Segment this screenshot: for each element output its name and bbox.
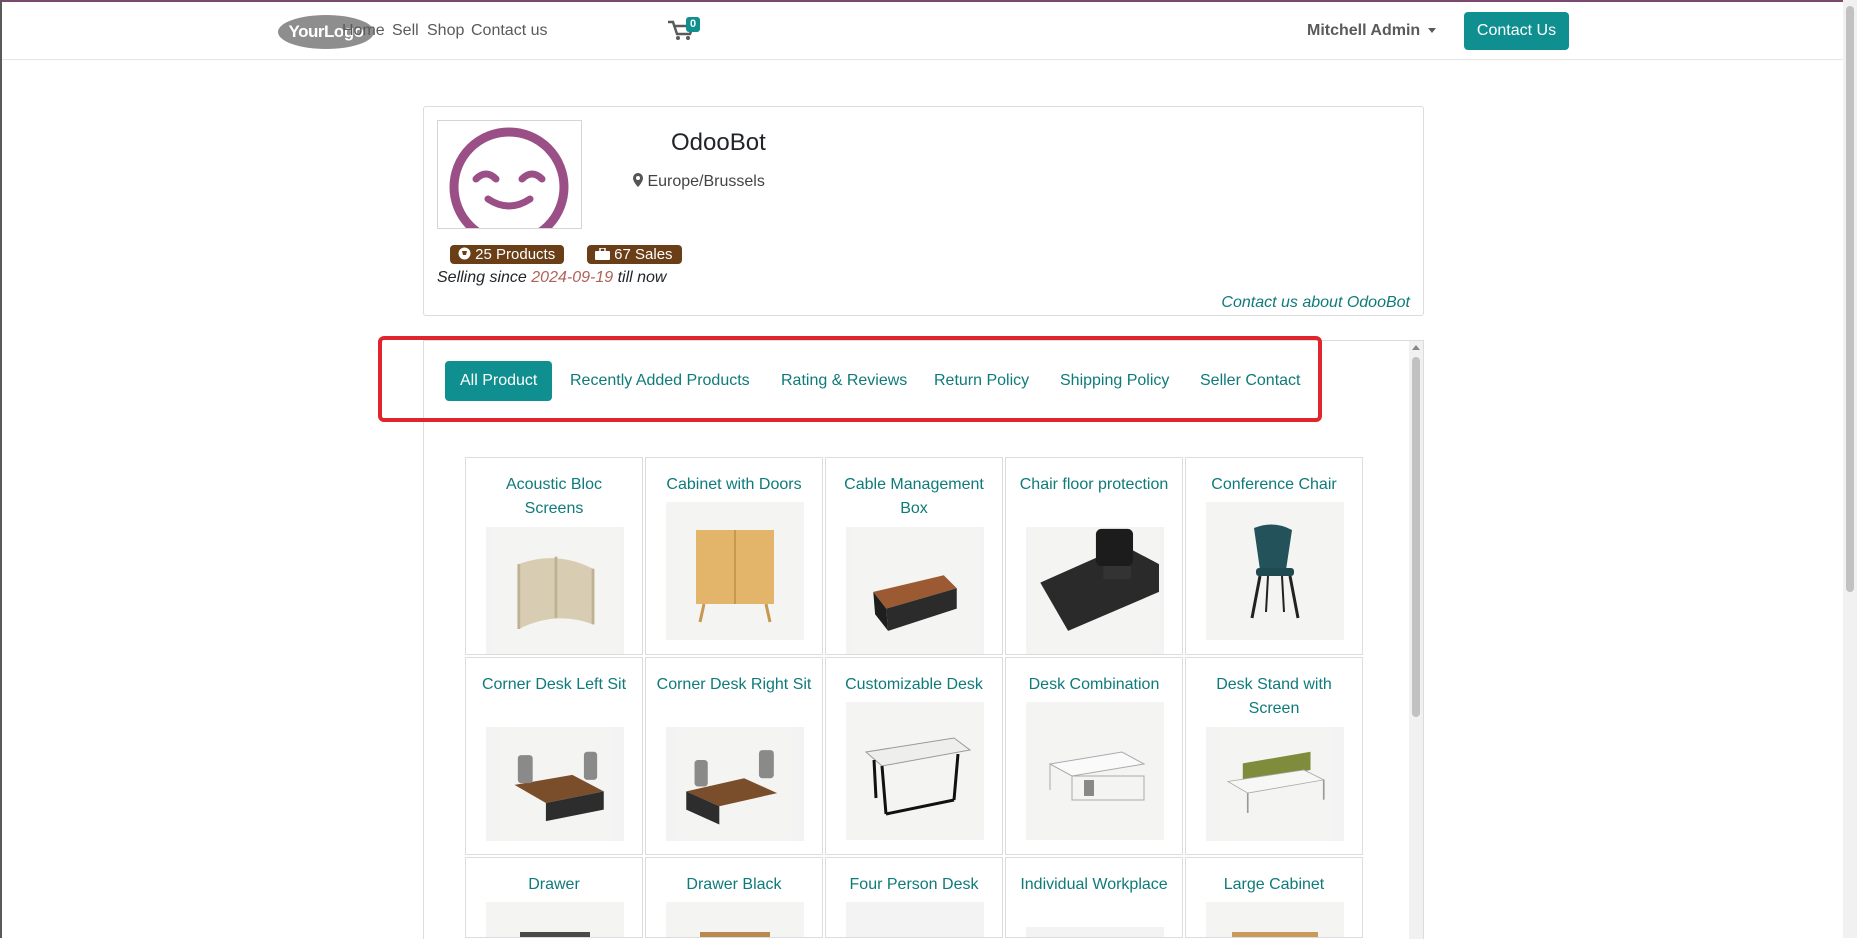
- product-title[interactable]: Cabinet with Doors: [646, 473, 822, 497]
- user-name: Mitchell Admin: [1307, 22, 1421, 39]
- product-title[interactable]: Individual Workplace: [1006, 873, 1182, 897]
- product-title[interactable]: Chair floor protection: [1006, 473, 1182, 497]
- nav-sell[interactable]: Sell: [392, 22, 419, 40]
- product-image[interactable]: [1206, 902, 1344, 938]
- product-title[interactable]: Large Cabinet: [1186, 873, 1362, 897]
- nav-contact-us[interactable]: Contact us: [471, 22, 547, 40]
- product-card[interactable]: Chair floor protection: [1005, 457, 1183, 655]
- since-date: 2024-09-19: [531, 269, 614, 286]
- cart-count-badge[interactable]: 0: [686, 17, 701, 32]
- products-badge: 25 Products: [450, 245, 565, 264]
- user-menu[interactable]: Mitchell Admin: [1307, 22, 1437, 40]
- nav-shop[interactable]: Shop: [427, 22, 464, 40]
- product-image[interactable]: [486, 902, 624, 938]
- sales-count: 67 Sales: [614, 246, 673, 263]
- scroll-up-arrow-icon[interactable]: [1412, 345, 1420, 350]
- tab-seller-contact[interactable]: Seller Contact: [1200, 361, 1301, 401]
- product-image[interactable]: [666, 902, 804, 938]
- product-title[interactable]: Four Person Desk: [826, 873, 1002, 897]
- product-image[interactable]: [666, 502, 804, 640]
- product-card[interactable]: Corner Desk Right Sit: [645, 657, 823, 855]
- tab-recently-added-products[interactable]: Recently Added Products: [570, 361, 750, 401]
- location-text: Europe/Brussels: [647, 173, 765, 190]
- seller-name: OdooBot: [671, 129, 766, 156]
- panel-scrollbar-thumb[interactable]: [1412, 357, 1420, 717]
- left-border-line: [0, 0, 2, 938]
- page-scrollbar[interactable]: [1843, 0, 1857, 938]
- contact-seller-link[interactable]: Contact us about OdooBot: [1221, 294, 1410, 312]
- product-image[interactable]: [846, 902, 984, 937]
- sales-badge: 67 Sales: [587, 245, 682, 264]
- page-scrollbar-thumb[interactable]: [1846, 6, 1854, 592]
- product-icon: [458, 247, 471, 260]
- nav-home[interactable]: Home: [342, 22, 385, 40]
- product-image[interactable]: [1026, 527, 1164, 655]
- tab-rating-reviews[interactable]: Rating & Reviews: [781, 361, 907, 401]
- product-card[interactable]: Desk Combination: [1005, 657, 1183, 855]
- product-title[interactable]: Desk Stand with Screen: [1186, 673, 1362, 721]
- product-title[interactable]: Drawer: [466, 873, 642, 897]
- product-title[interactable]: Corner Desk Left Sit: [466, 673, 642, 697]
- product-card[interactable]: Customizable Desk: [825, 657, 1003, 855]
- seller-location: Europe/Brussels: [633, 173, 765, 191]
- briefcase-icon: [595, 247, 610, 260]
- since-suffix: till now: [617, 269, 667, 286]
- product-title[interactable]: Drawer Black: [646, 873, 822, 897]
- product-image[interactable]: [846, 702, 984, 840]
- product-card[interactable]: Large Cabinet: [1185, 857, 1363, 938]
- products-count: 25 Products: [475, 246, 556, 263]
- product-image[interactable]: [1026, 927, 1164, 937]
- product-card[interactable]: Cable Management Box: [825, 457, 1003, 655]
- map-marker-icon: [633, 173, 643, 187]
- since-prefix: Selling since: [437, 269, 527, 286]
- panel-scrollbar[interactable]: [1409, 341, 1423, 939]
- product-title[interactable]: Conference Chair: [1186, 473, 1362, 497]
- chevron-down-icon: [1428, 28, 1437, 34]
- product-image[interactable]: [486, 727, 624, 841]
- product-image[interactable]: [486, 527, 624, 655]
- product-card[interactable]: Cabinet with Doors: [645, 457, 823, 655]
- product-image[interactable]: [666, 727, 804, 841]
- seller-profile-card: OdooBot Europe/Brussels 25 Products 67 S…: [423, 106, 1424, 316]
- product-card[interactable]: Drawer Black: [645, 857, 823, 938]
- product-card[interactable]: Individual Workplace: [1005, 857, 1183, 938]
- product-image[interactable]: [1206, 727, 1344, 841]
- tab-shipping-policy[interactable]: Shipping Policy: [1060, 361, 1169, 401]
- product-card[interactable]: Corner Desk Left Sit: [465, 657, 643, 855]
- product-card[interactable]: Drawer: [465, 857, 643, 938]
- smiley-face-icon: [449, 127, 569, 228]
- seller-avatar: [437, 120, 582, 229]
- product-card[interactable]: Conference Chair: [1185, 457, 1363, 655]
- tab-return-policy[interactable]: Return Policy: [934, 361, 1029, 401]
- tab-all-product[interactable]: All Product: [445, 361, 553, 401]
- product-image[interactable]: [846, 527, 984, 655]
- product-card[interactable]: Acoustic Bloc Screens: [465, 457, 643, 655]
- product-title[interactable]: Corner Desk Right Sit: [646, 673, 822, 697]
- product-card[interactable]: Desk Stand with Screen: [1185, 657, 1363, 855]
- selling-since: Selling since 2024-09-19 till now: [437, 269, 666, 287]
- contact-us-button[interactable]: Contact Us: [1464, 12, 1569, 50]
- product-image[interactable]: [1026, 702, 1164, 840]
- product-title[interactable]: Acoustic Bloc Screens: [466, 473, 642, 521]
- product-title[interactable]: Desk Combination: [1006, 673, 1182, 697]
- product-title[interactable]: Cable Management Box: [826, 473, 1002, 521]
- product-card[interactable]: Four Person Desk: [825, 857, 1003, 938]
- product-title[interactable]: Customizable Desk: [826, 673, 1002, 697]
- product-image[interactable]: [1206, 502, 1344, 640]
- site-header: YourLogo Home Sell Shop Contact us 0 Mit…: [2, 2, 1843, 60]
